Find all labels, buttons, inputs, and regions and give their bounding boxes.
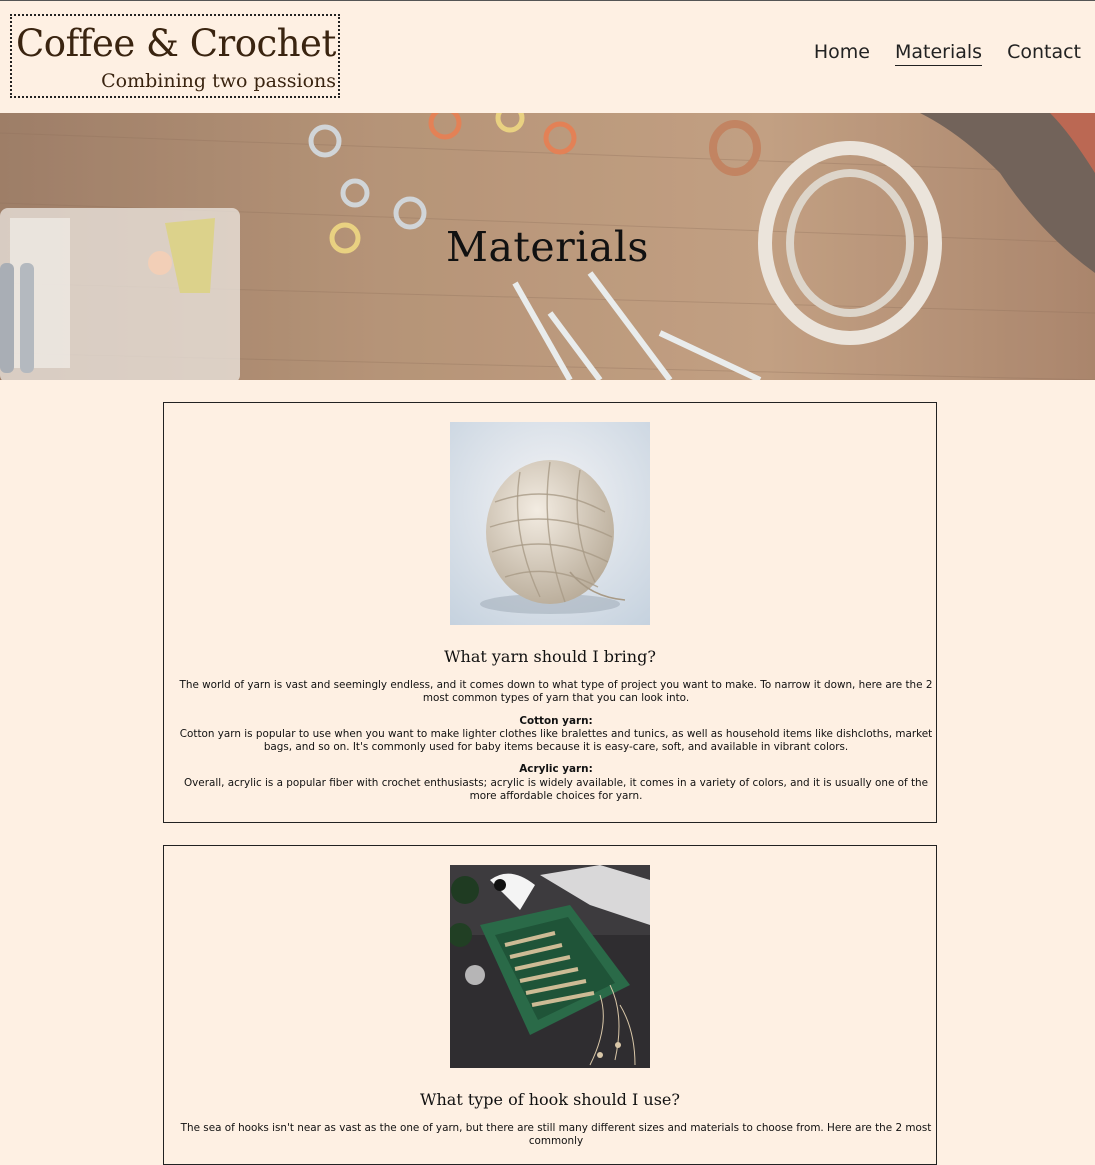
crochet-hook-set-image	[450, 865, 650, 1068]
site-logo[interactable]: Coffee & Crochet Combining two passions	[10, 14, 340, 98]
section-intro: The world of yarn is vast and seemingly …	[179, 679, 933, 705]
nav-link-contact[interactable]: Contact	[1007, 41, 1081, 66]
item-text: Cotton yarn is popular to use when you w…	[179, 727, 933, 754]
item-label: Cotton yarn:	[519, 714, 593, 727]
section-intro: The sea of hooks isn't near as vast as t…	[180, 1122, 932, 1148]
section-heading: What yarn should I bring?	[444, 647, 656, 666]
section-body: The world of yarn is vast and seemingly …	[176, 679, 936, 803]
site-header: Coffee & Crochet Combining two passions …	[0, 1, 1095, 113]
nav-link-home[interactable]: Home	[814, 41, 870, 66]
yarn-ball-image	[450, 422, 650, 625]
yarn-section: What yarn should I bring? The world of y…	[163, 402, 937, 823]
nav-link-materials[interactable]: Materials	[894, 41, 983, 66]
section-body: The sea of hooks isn't near as vast as t…	[176, 1122, 936, 1149]
page-title: Materials	[446, 223, 649, 271]
site-title: Coffee & Crochet	[16, 22, 336, 65]
main-nav: Home Materials Contact	[814, 41, 1081, 66]
section-heading: What type of hook should I use?	[420, 1090, 680, 1109]
item-text: Overall, acrylic is a popular fiber with…	[183, 776, 929, 803]
hook-section: What type of hook should I use? The sea …	[163, 845, 937, 1165]
site-subtitle: Combining two passions	[101, 70, 336, 92]
item-label: Acrylic yarn:	[519, 763, 593, 776]
hero-banner: Materials	[0, 113, 1095, 380]
